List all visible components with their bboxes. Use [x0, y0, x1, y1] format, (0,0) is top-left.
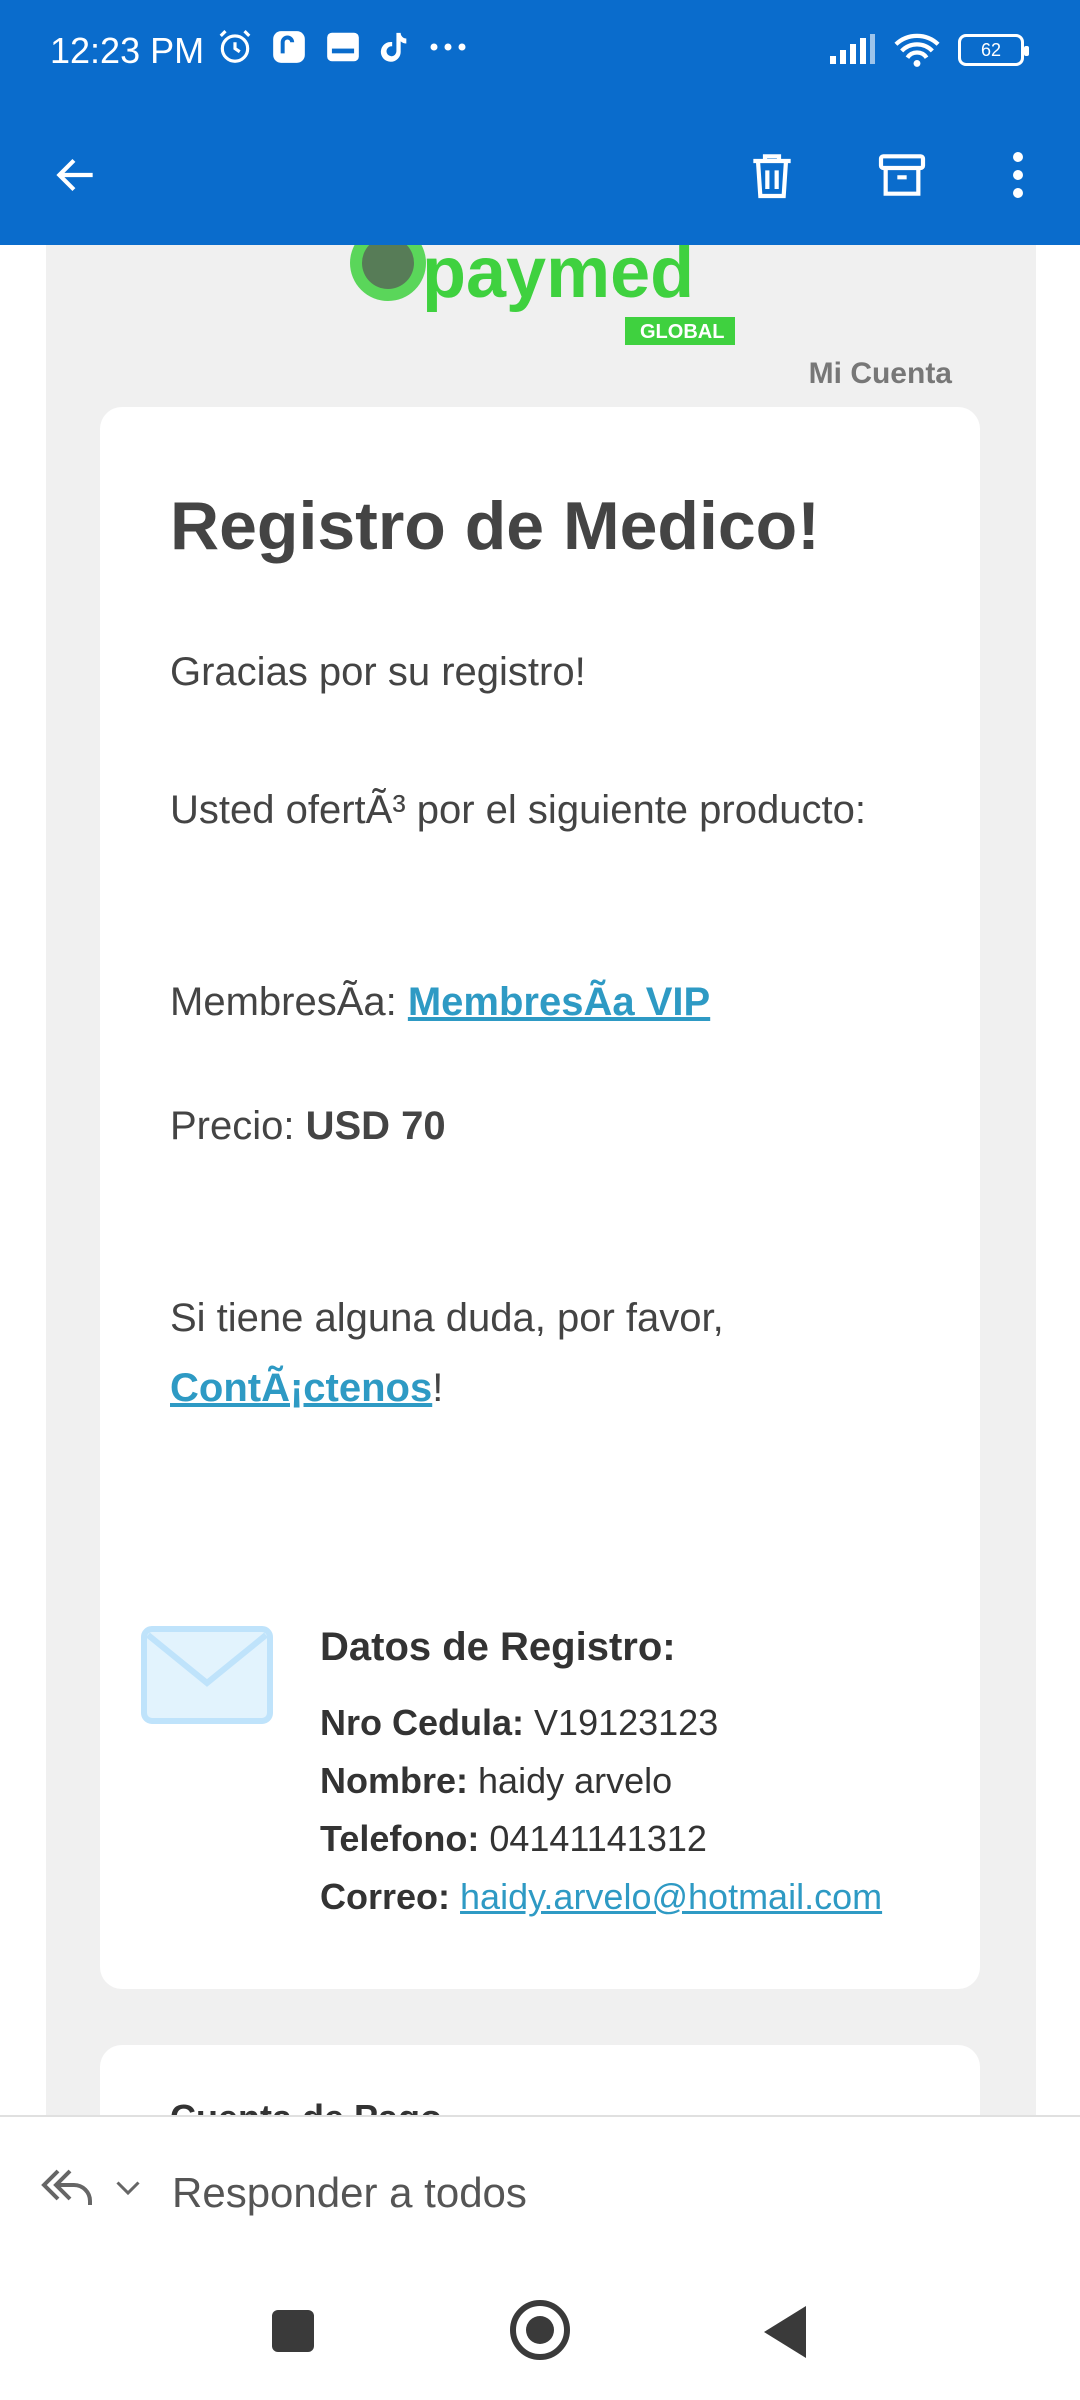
more-dots-icon: [430, 43, 466, 51]
contact-link[interactable]: ContÃ¡ctenos: [170, 1366, 432, 1410]
reply-all-icon[interactable]: [40, 2163, 96, 2211]
registration-heading: Datos de Registro:: [320, 1625, 676, 1669]
nombre-row: Nombre: haidy arvelo: [320, 1752, 960, 1810]
status-time: 12:23 PM: [50, 30, 205, 71]
thanks-text: Gracias por su registro!: [170, 650, 586, 694]
status-system-icons: 62: [828, 32, 1029, 68]
app-bar: [0, 105, 1080, 245]
correo-link[interactable]: haidy.arvelo@hotmail.com: [460, 1876, 882, 1917]
paymed-logo: paymed GLOBAL: [340, 245, 740, 345]
delete-button[interactable]: [734, 137, 810, 213]
logo-subtext: GLOBAL: [640, 321, 724, 343]
price-label: Precio:: [170, 1104, 306, 1148]
archive-icon: [878, 154, 926, 196]
status-notification-icons: [216, 28, 468, 66]
membership-label: MembresÃa:: [170, 980, 408, 1024]
doubt-line: Si tiene alguna duda, por favor, ContÃ¡c…: [170, 1283, 910, 1423]
reply-all-label[interactable]: Responder a todos: [172, 2169, 527, 2217]
telefono-label: Telefono:: [320, 1818, 480, 1859]
back-arrow-icon: [56, 158, 93, 192]
status-bar: 12:23 PM 62: [0, 0, 1080, 105]
signal-icon: [830, 34, 875, 64]
membership-link[interactable]: MembresÃa VIP: [408, 980, 710, 1024]
app-notification-icon: [327, 32, 359, 62]
correo-label: Correo:: [320, 1876, 451, 1917]
payment-account-heading: Cuenta de Pago: [170, 2097, 442, 2115]
price-line: Precio: USD 70: [170, 1091, 910, 1161]
archive-button[interactable]: [864, 137, 940, 213]
email-title: Registro de Medico!: [170, 488, 820, 564]
registration-details: Datos de Registro: Nro Cedula: V19123123…: [320, 1625, 960, 1926]
doubt-text: Si tiene alguna duda, por favor,: [170, 1296, 724, 1340]
email-content[interactable]: paymed GLOBAL Mi Cuenta Registro de Medi…: [0, 245, 1080, 2115]
telefono-value: 04141141312: [489, 1818, 707, 1859]
battery-icon: 62: [958, 34, 1029, 66]
battery-level: 62: [980, 39, 1002, 60]
mi-cuenta-link[interactable]: Mi Cuenta: [809, 357, 952, 391]
telefono-row: Telefono: 04141141312: [320, 1810, 960, 1868]
membership-line: MembresÃa: MembresÃa VIP: [170, 967, 910, 1037]
more-options-button[interactable]: [980, 137, 1056, 213]
wifi-icon: [894, 33, 940, 67]
cedula-value: V19123123: [534, 1702, 719, 1743]
payment-account-card: Cuenta de Pago: [100, 2045, 980, 2115]
nombre-value: haidy arvelo: [478, 1760, 673, 1801]
cedula-label: Nro Cedula:: [320, 1702, 525, 1743]
nombre-label: Nombre:: [320, 1760, 469, 1801]
system-nav-bar: [0, 2270, 1080, 2400]
correo-row: Correo: haidy.arvelo@hotmail.com: [320, 1868, 960, 1926]
trash-icon: [753, 154, 791, 199]
offer-text: Usted ofertÃ³ por el siguiente producto:: [170, 788, 866, 832]
alarm-icon: [219, 30, 251, 63]
envelope-icon: [141, 1626, 273, 1724]
tiktok-icon: [380, 32, 407, 62]
registration-data-card: Datos de Registro: Nro Cedula: V19123123…: [100, 1565, 980, 1989]
price-value: USD 70: [305, 1104, 446, 1148]
back-button[interactable]: [38, 137, 114, 213]
home-button[interactable]: [510, 2300, 570, 2360]
more-vert-icon: [1013, 152, 1023, 198]
recents-button[interactable]: [272, 2310, 314, 2352]
reply-bar[interactable]: Responder a todos: [0, 2115, 1080, 2270]
back-nav-button[interactable]: [764, 2306, 806, 2358]
cedula-row: Nro Cedula: V19123123: [320, 1694, 960, 1752]
contact-suffix: !: [432, 1366, 444, 1410]
logo-text: paymed: [422, 245, 694, 313]
chevron-down-icon[interactable]: [108, 2169, 148, 2205]
app-notification-icon: [273, 31, 305, 63]
